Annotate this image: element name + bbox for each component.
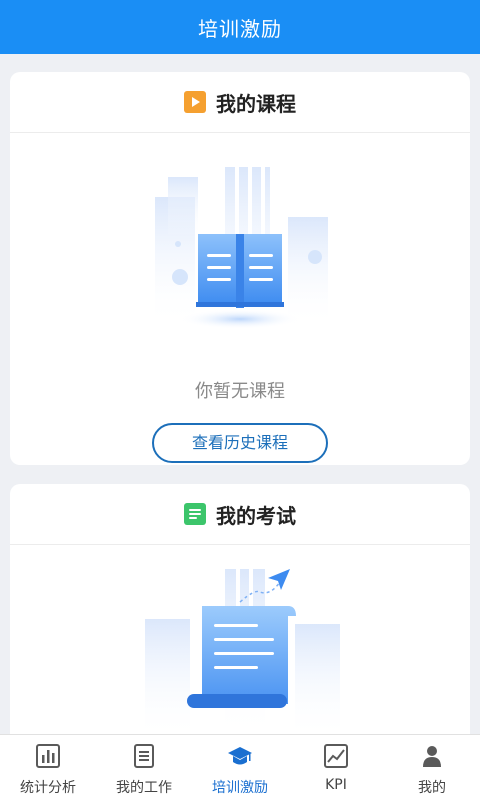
bar-chart-icon xyxy=(36,744,60,768)
person-icon xyxy=(423,746,441,767)
courses-card-title: 我的课程 xyxy=(216,91,296,116)
courses-card-header: 我的课程 xyxy=(10,72,470,133)
play-icon xyxy=(184,91,206,113)
line-chart-icon xyxy=(324,744,348,768)
exams-card-header: 我的考试 xyxy=(10,484,470,545)
tab-statistics[interactable]: 统计分析 xyxy=(0,735,96,800)
bottom-tab-bar: 统计分析 我的工作 培训激励 KPI 我的 xyxy=(0,734,480,800)
tab-training[interactable]: 培训激励 xyxy=(192,735,288,800)
tab-statistics-label: 统计分析 xyxy=(20,780,76,796)
tab-kpi[interactable]: KPI xyxy=(288,735,384,800)
tab-my-work[interactable]: 我的工作 xyxy=(96,735,192,800)
document-icon xyxy=(134,744,154,768)
my-courses-card: 我的课程 你暂无课程 查看历史课程 xyxy=(10,72,470,465)
tab-kpi-label: KPI xyxy=(325,777,347,793)
content-area[interactable]: 我的课程 你暂无课程 查看历史课程 我的考试 xyxy=(0,54,480,734)
graduation-cap-icon xyxy=(228,747,252,765)
no-courses-text: 你暂无课程 xyxy=(195,381,285,402)
my-exams-card: 我的考试 xyxy=(10,484,470,734)
tab-mine[interactable]: 我的 xyxy=(384,735,480,800)
tab-training-label: 培训激励 xyxy=(212,780,268,796)
exam-scroll-illustration xyxy=(145,569,340,734)
view-history-courses-button[interactable]: 查看历史课程 xyxy=(152,423,328,463)
exam-list-icon xyxy=(184,503,206,525)
page-title: 培训激励 xyxy=(198,16,282,41)
open-book-illustration xyxy=(155,167,328,329)
tab-mine-label: 我的 xyxy=(418,780,446,796)
exams-card-title: 我的考试 xyxy=(216,503,296,528)
top-bar: 培训激励 xyxy=(0,0,480,54)
tab-my-work-label: 我的工作 xyxy=(116,780,172,796)
